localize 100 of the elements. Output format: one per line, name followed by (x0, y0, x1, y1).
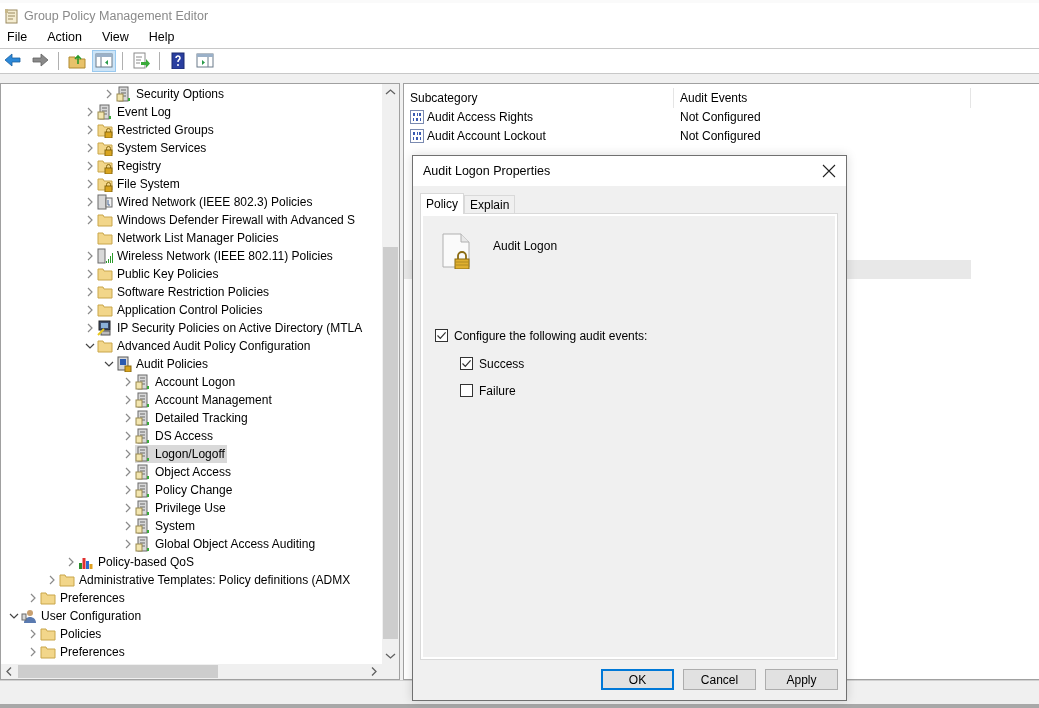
tree-item[interactable]: Account Management (135, 390, 274, 409)
tree-item[interactable]: Advanced Audit Policy Configuration (97, 336, 313, 355)
tree-item[interactable]: Wireless Network (IEEE 802.11) Policies (97, 246, 335, 265)
menu-item[interactable]: Action (41, 29, 88, 44)
scroll-thumb[interactable] (18, 665, 218, 679)
tab[interactable]: Policy (420, 193, 464, 214)
menu-item[interactable]: View (95, 29, 135, 44)
tree-item[interactable]: Privilege Use (135, 498, 228, 517)
server-icon (135, 445, 151, 462)
tree-item[interactable]: Preferences (40, 642, 127, 661)
chevron-right-icon[interactable] (104, 87, 114, 100)
tree-item[interactable]: Preferences (40, 588, 127, 607)
dialog-button[interactable]: Cancel (683, 669, 756, 690)
tree-item[interactable]: Wired Network (IEEE 802.3) Policies (97, 192, 315, 211)
checkbox-label[interactable]: Failure (479, 383, 516, 398)
chevron-right-icon[interactable] (85, 249, 95, 262)
tree-item[interactable]: Software Restriction Policies (97, 282, 272, 301)
locked-folder-icon (97, 157, 113, 174)
chevron-right-icon[interactable] (123, 429, 133, 442)
window-title: Group Policy Management Editor (24, 9, 209, 24)
checkbox-label[interactable]: Success (479, 356, 525, 371)
audit-policy-icon (116, 355, 132, 372)
chevron-right-icon[interactable] (85, 285, 95, 298)
dialog-button[interactable]: OK (601, 669, 674, 690)
chevron-right-icon[interactable] (28, 645, 38, 658)
tree-item[interactable]: Object Access (135, 462, 234, 481)
chevron-right-icon[interactable] (85, 105, 95, 118)
column-header[interactable]: Audit Events (674, 87, 971, 108)
chevron-right-icon[interactable] (47, 573, 57, 586)
notepad-icon (3, 8, 19, 25)
vertical-scrollbar[interactable] (382, 83, 399, 665)
chevron-right-icon[interactable] (66, 555, 76, 568)
server-icon (135, 535, 151, 552)
menu-item[interactable]: File (1, 29, 34, 44)
export-list-icon (132, 52, 150, 70)
server-icon (135, 427, 151, 444)
list-cell: Audit Account Lockout (427, 129, 546, 144)
chevron-right-icon[interactable] (85, 177, 95, 190)
tree-item[interactable]: System Services (97, 138, 209, 157)
chevron-right-icon[interactable] (85, 321, 95, 334)
folder-icon (59, 571, 75, 588)
folder-icon (97, 301, 113, 318)
menu-item[interactable]: Help (142, 29, 181, 44)
tree-item[interactable]: Public Key Policies (97, 264, 221, 283)
server-icon (135, 481, 151, 498)
folder-icon (97, 337, 113, 354)
checkbox[interactable] (460, 384, 473, 397)
chevron-right-icon[interactable] (28, 591, 38, 604)
list-cell-text: Not Configured (679, 129, 762, 144)
chevron-right-icon[interactable] (85, 267, 95, 280)
column-header[interactable]: Subcategory (404, 87, 674, 108)
chevron-right-icon[interactable] (123, 519, 133, 532)
tree-item[interactable]: File System (97, 174, 182, 193)
chevron-right-icon[interactable] (123, 447, 133, 460)
tree-item[interactable]: IP Security Policies on Active Directory (MTLA (97, 318, 365, 337)
chevron-right-icon[interactable] (85, 123, 95, 136)
tree-item[interactable]: Logon/Logoff (135, 444, 227, 463)
tab[interactable]: Explain (464, 195, 516, 213)
dialog-button[interactable]: Apply (765, 669, 838, 690)
checkbox[interactable] (460, 357, 473, 370)
chevron-right-icon[interactable] (123, 375, 133, 388)
tree-item[interactable]: Policies (40, 624, 104, 643)
show-hide-tree-button[interactable] (92, 49, 116, 72)
chevron-right-icon[interactable] (123, 483, 133, 496)
scroll-thumb[interactable] (383, 246, 398, 639)
checkbox-label[interactable]: Configure the following audit events: (454, 328, 648, 343)
tree-item[interactable]: DS Access (135, 426, 216, 445)
chevron-right-icon[interactable] (85, 195, 95, 208)
chevron-right-icon[interactable] (28, 627, 38, 640)
tree-item[interactable]: Restricted Groups (97, 120, 216, 139)
chevron-right-icon[interactable] (123, 393, 133, 406)
tree-item[interactable]: Administrative Templates: Policy definitions (ADMX (59, 570, 353, 589)
chevron-right-icon[interactable] (123, 501, 133, 514)
tree-item[interactable]: User Configuration (21, 606, 144, 625)
tree-item[interactable]: Windows Defender Firewall with Advanced S (97, 210, 358, 229)
tree-item[interactable]: Audit Policies (116, 354, 211, 373)
tree-item[interactable]: Global Object Access Auditing (135, 534, 318, 553)
tree-item[interactable]: Account Logon (135, 372, 238, 391)
tree-item[interactable]: Registry (97, 156, 163, 175)
server-icon (116, 85, 132, 102)
close-icon[interactable] (822, 164, 836, 178)
network-adapter-icon (97, 193, 113, 210)
tree-item[interactable]: Application Control Policies (97, 300, 265, 319)
chevron-right-icon[interactable] (85, 213, 95, 226)
tree-item[interactable]: System (135, 516, 197, 535)
tree-item[interactable]: Event Log (97, 102, 174, 121)
tree-item[interactable]: Network List Manager Policies (97, 228, 281, 247)
chevron-right-icon[interactable] (123, 537, 133, 550)
list-cell-text: Not Configured (679, 110, 762, 125)
chevron-right-icon[interactable] (123, 465, 133, 478)
chevron-right-icon[interactable] (85, 303, 95, 316)
chevron-right-icon[interactable] (85, 159, 95, 172)
tree-item[interactable]: Policy-based QoS (78, 552, 197, 571)
tree-item[interactable]: Security Options (116, 84, 227, 103)
locked-document-icon (441, 233, 473, 269)
chevron-right-icon[interactable] (85, 141, 95, 154)
tree-item[interactable]: Policy Change (135, 480, 235, 499)
checkbox[interactable] (435, 329, 448, 342)
chevron-right-icon[interactable] (123, 411, 133, 424)
tree-item[interactable]: Detailed Tracking (135, 408, 250, 427)
